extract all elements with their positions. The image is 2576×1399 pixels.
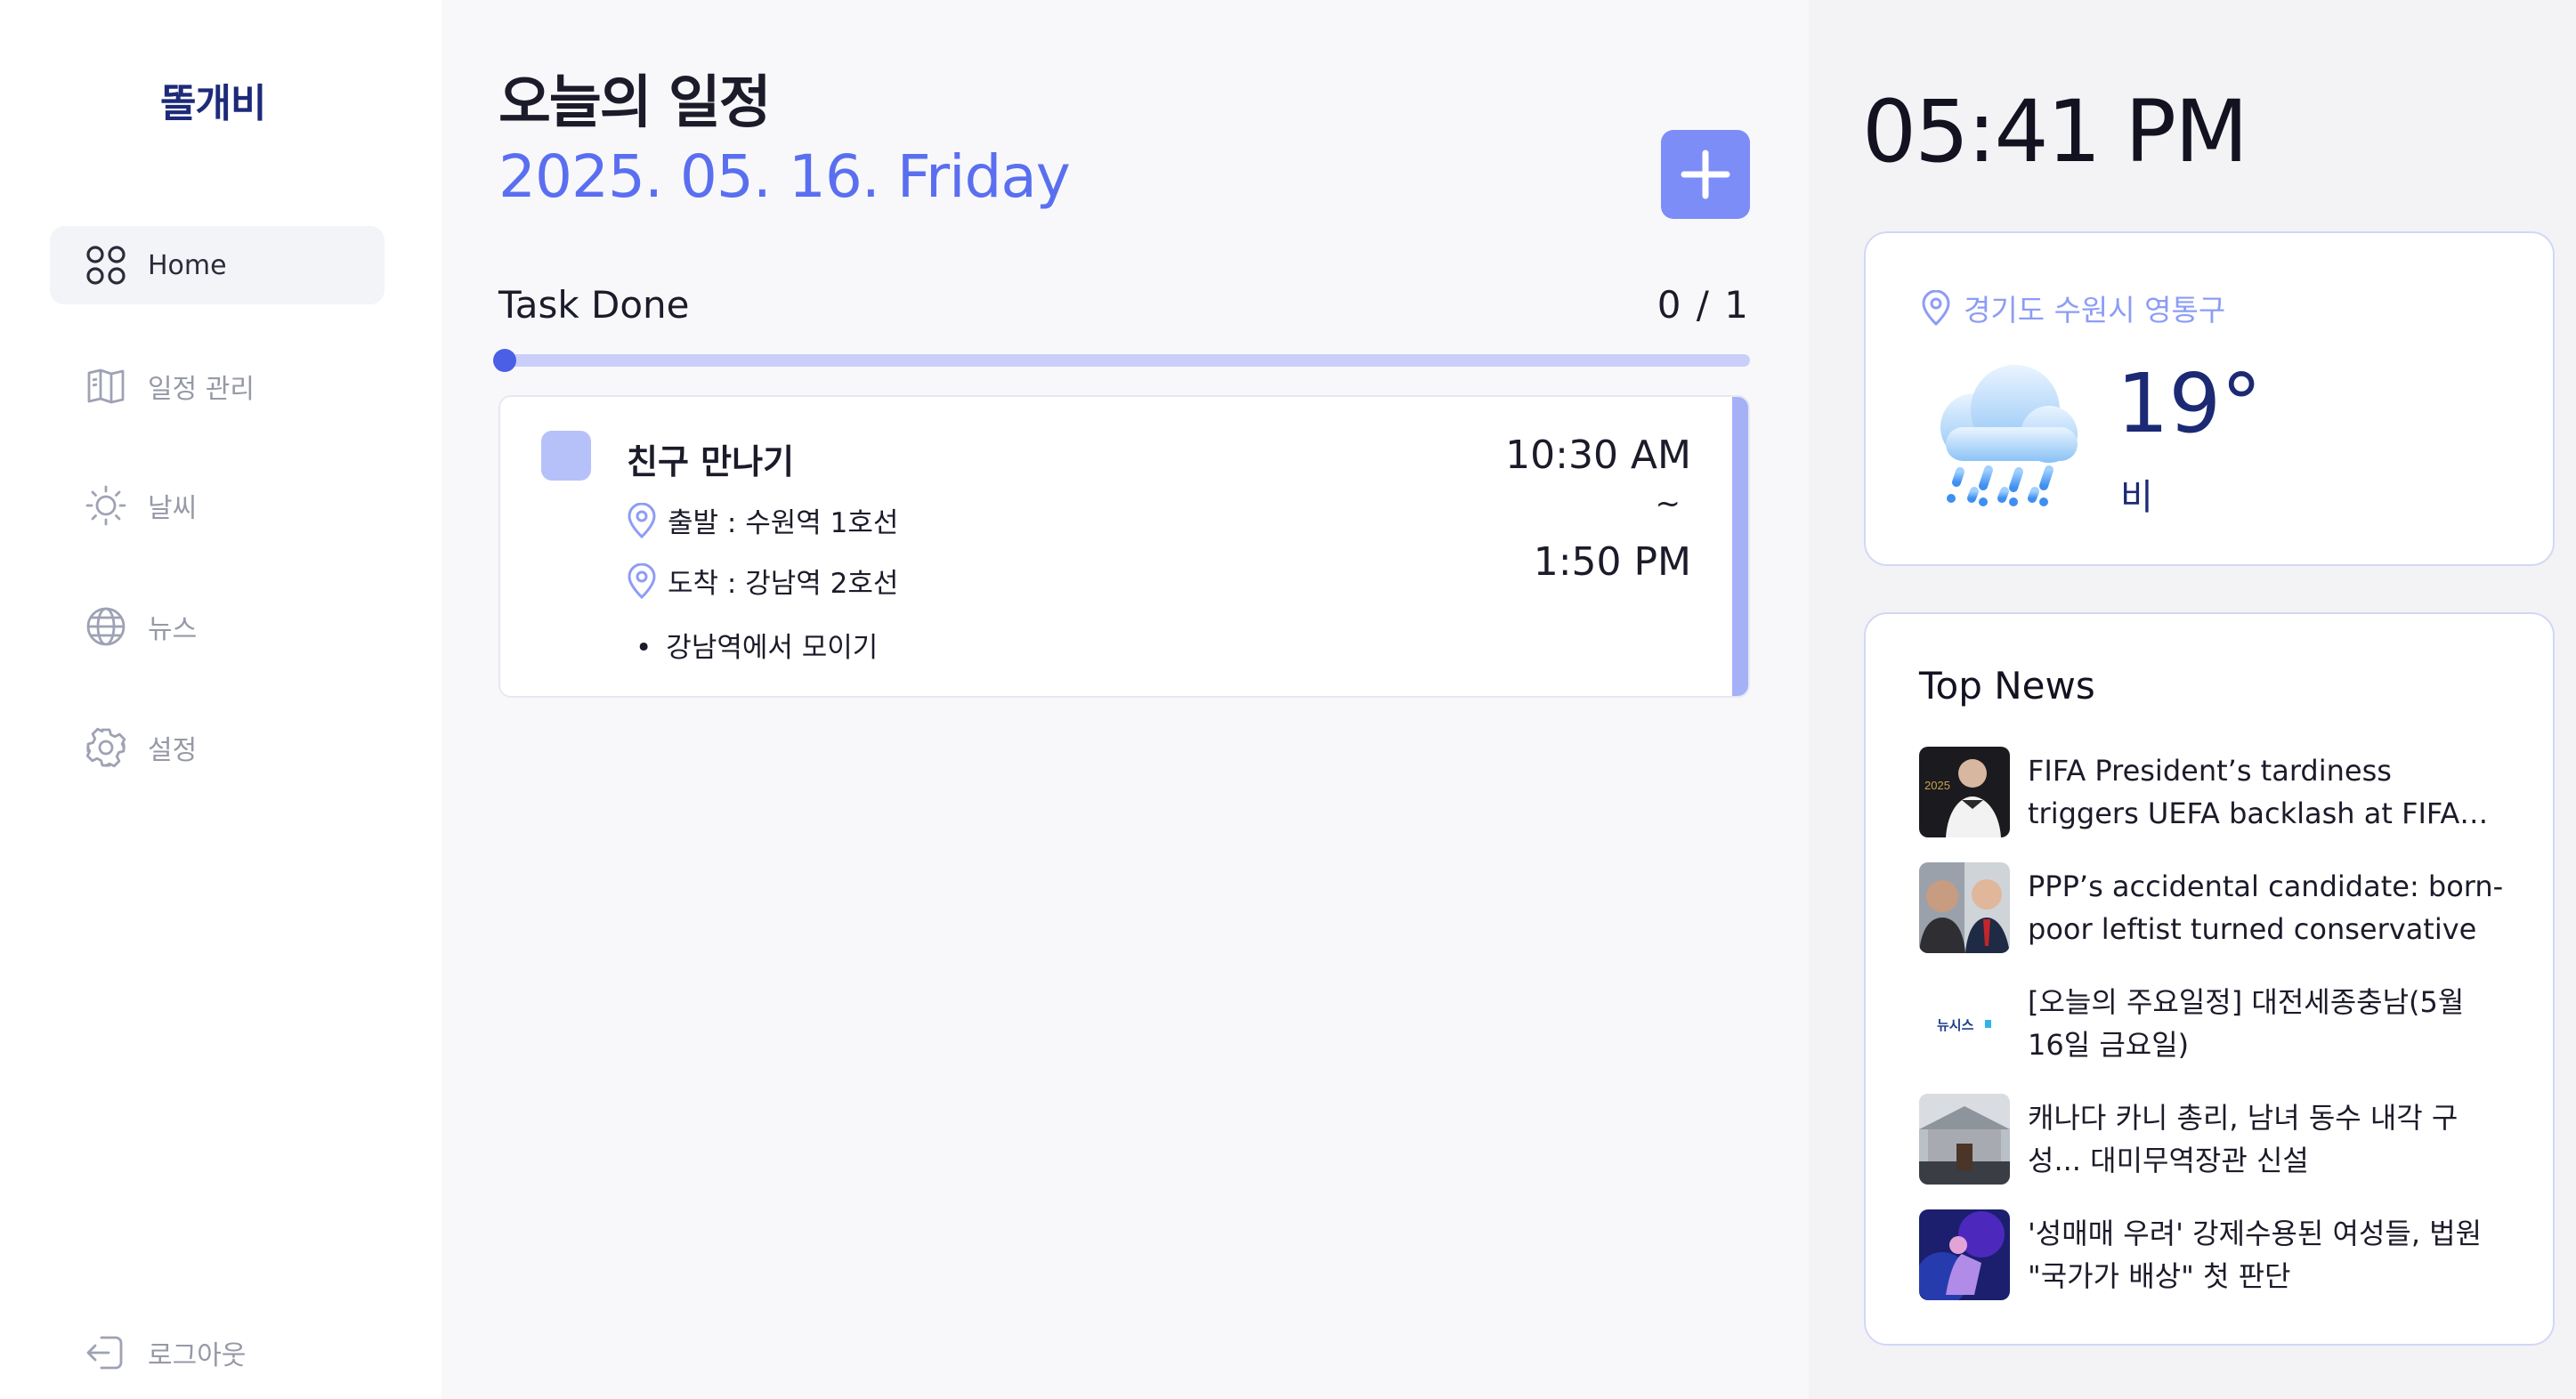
weather-location-text: 경기도 수원시 영통구: [1964, 293, 2226, 328]
clock: 05:41 PM: [1862, 82, 2248, 182]
gear-icon: [85, 727, 126, 768]
svg-text:2025: 2025: [1924, 779, 1950, 792]
current-date: 2025. 05. 16. Friday: [498, 142, 1071, 211]
page-title: 오늘의 일정: [498, 70, 772, 136]
news-thumbnail: [1919, 862, 2010, 953]
weather-location: 경기도 수원시 영통구: [1921, 287, 2225, 329]
sidebar-item-settings[interactable]: 설정: [50, 708, 385, 787]
departure-text: 출발 : 수원역 1호선: [668, 507, 899, 539]
grid-icon: [85, 245, 126, 286]
news-item[interactable]: '성매매 우려' 강제수용된 여성들, 법원 "국가가 배상" 첫 판단: [1919, 1209, 2507, 1301]
task-progress-bar: [493, 349, 1750, 372]
sidebar-item-label: 설정: [148, 735, 198, 766]
logout-icon: [85, 1332, 126, 1373]
task-accent-bar: [1732, 397, 1748, 696]
temperature: 19°: [2117, 356, 2263, 451]
news-thumbnail: 2025: [1919, 747, 2010, 837]
sidebar-item-label: 날씨: [148, 493, 198, 524]
book-icon: [85, 366, 126, 407]
location-pin-icon: [627, 502, 657, 538]
logout-label: 로그아웃: [148, 1340, 247, 1371]
location-pin-icon: [627, 562, 657, 599]
task-done-label: Task Done: [498, 283, 690, 327]
sidebar-item-schedule[interactable]: 일정 관리: [50, 347, 385, 425]
news-item[interactable]: 뉴시스 [오늘의 주요일정] 대전세종충남(5월 16일 금요일): [1919, 977, 2507, 1070]
sidebar-item-label: 일정 관리: [148, 374, 255, 405]
task-departure: 출발 : 수원역 1호선: [627, 500, 898, 540]
news-item[interactable]: 2025 FIFA President’s tardiness triggers…: [1919, 746, 2507, 838]
add-task-button[interactable]: [1661, 130, 1750, 219]
sidebar-item-weather[interactable]: 날씨: [50, 466, 385, 545]
plus-icon: [1681, 150, 1730, 199]
news-headline: FIFA President’s tardiness triggers UEFA…: [2028, 754, 2460, 830]
newsis-logo-text: 뉴시스: [1937, 1017, 1974, 1033]
news-headline: '성매매 우려' 강제수용된 여성들, 법원 "국가가 배상" 첫 판단: [2028, 1217, 2483, 1293]
news-thumbnail: [1919, 1094, 2010, 1185]
sidebar-item-news[interactable]: 뉴스: [50, 587, 385, 666]
weather-card[interactable]: 경기도 수원시 영통구 19° 비: [1864, 231, 2555, 566]
task-time-separator: ~: [1655, 486, 1681, 522]
news-headline: 캐나다 카니 총리, 남녀 동수 내각 구성... 대미무역장관 신설: [2028, 1101, 2459, 1177]
news-item[interactable]: PPP’s accidental candidate: born-poor le…: [1919, 861, 2507, 954]
app-logo[interactable]: 똘개비: [160, 71, 266, 128]
globe-icon: [85, 606, 126, 647]
news-title: Top News: [1919, 664, 2095, 708]
right-panel: 05:41 PM 경기도 수원시 영통구 19° 비 Top News 2025…: [1809, 0, 2576, 1399]
task-start-time: 10:30 AM: [1505, 433, 1691, 478]
news-item[interactable]: 캐나다 카니 총리, 남녀 동수 내각 구성... 대미무역장관 신설: [1919, 1093, 2507, 1185]
weather-condition: 비: [2120, 477, 2153, 518]
arrival-text: 도착 : 강남역 2호선: [668, 568, 899, 600]
main-content: 오늘의 일정 2025. 05. 16. Friday Task Done 0 …: [441, 0, 1809, 1399]
sidebar-item-label: 뉴스: [148, 614, 198, 645]
task-progress-knob: [493, 349, 516, 372]
task-checkbox[interactable]: [541, 431, 591, 481]
sidebar: 똘개비 Home 일정 관리 날씨 뉴스 설정 로그아웃: [0, 0, 441, 1399]
news-thumbnail: 뉴시스: [1919, 978, 2010, 1069]
news-card: Top News 2025 FIFA President’s tardiness…: [1864, 612, 2555, 1346]
rain-cloud-icon: [1919, 349, 2088, 518]
task-arrival: 도착 : 강남역 2호선: [627, 561, 898, 601]
task-count: 0 / 1: [1657, 283, 1750, 327]
task-title: 친구 만나기: [627, 442, 795, 481]
logout-button[interactable]: 로그아웃: [50, 1314, 385, 1392]
location-pin-icon: [1921, 290, 1951, 326]
sidebar-item-home[interactable]: Home: [50, 226, 385, 304]
news-headline: [오늘의 주요일정] 대전세종충남(5월 16일 금요일): [2028, 985, 2465, 1062]
sun-icon: [85, 485, 126, 526]
task-end-time: 1:50 PM: [1533, 539, 1691, 585]
news-headline: PPP’s accidental candidate: born-poor le…: [2028, 869, 2504, 946]
news-thumbnail: [1919, 1209, 2010, 1300]
task-card[interactable]: 친구 만나기 출발 : 수원역 1호선 도착 : 강남역 2호선 강남역에서 모…: [498, 395, 1750, 698]
task-note: 강남역에서 모이기: [636, 625, 878, 665]
sidebar-item-label: Home: [148, 249, 227, 281]
